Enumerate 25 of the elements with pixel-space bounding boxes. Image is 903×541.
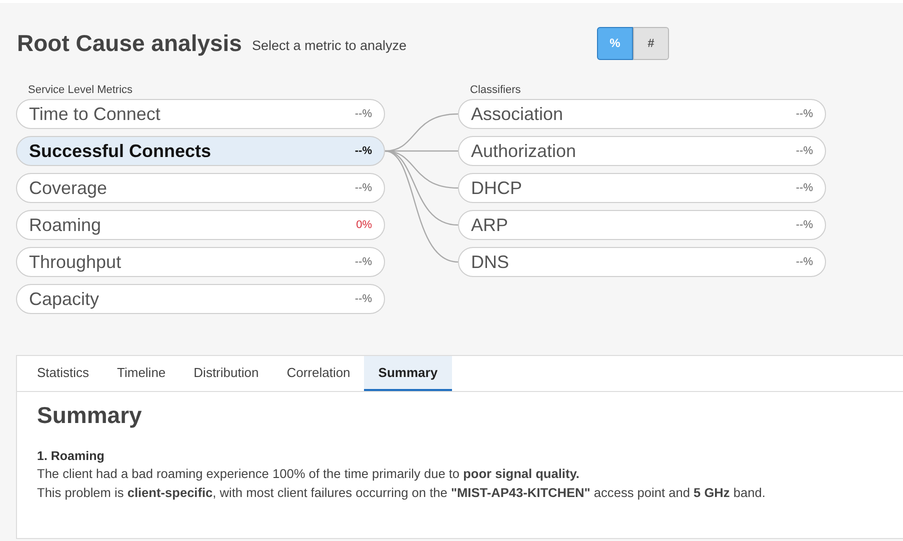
metric-pill[interactable]: DHCP --% [458,173,826,203]
metric-pill[interactable]: DNS --% [458,247,826,277]
metric-pill[interactable]: ARP --% [458,210,826,240]
tab[interactable]: Timeline [103,356,180,391]
column-label: Service Level Metrics [27,84,134,98]
column-label: Classifiers [469,84,522,98]
finding-title: 1. Roaming [37,449,106,463]
metric-pill[interactable]: Capacity --% [16,284,385,314]
page-subtitle: Select a metric to analyze [252,38,407,53]
metric-pill[interactable]: Coverage --% [16,173,385,203]
page-title: Root Cause analysis [17,30,242,56]
metric-pill[interactable]: Throughput --% [16,247,385,277]
tab[interactable]: Correlation [272,356,364,391]
tab[interactable]: Statistics [23,356,104,391]
metric-pill[interactable]: Association --% [458,99,826,129]
metric-pill[interactable]: Roaming 0% [16,210,385,240]
tab[interactable]: Summary [364,356,452,391]
section-heading: Summary [37,402,143,429]
metric-pill[interactable]: Authorization --% [458,136,826,166]
finding-text: The client had a bad roaming experience 100% of the time primarily due to poor signal quality. [37,466,580,481]
unit-toggle-button[interactable]: # [633,26,669,60]
finding-text: This problem is client-specific, with most client failures occurring on the "MIST-AP43-KITCHEN" access point and 5 GHz band. [37,485,766,500]
metric-pill[interactable]: Time to Connect --% [16,99,385,129]
tab[interactable]: Distribution [180,356,273,391]
metric-pill[interactable]: Successful Connects --% [16,136,385,166]
